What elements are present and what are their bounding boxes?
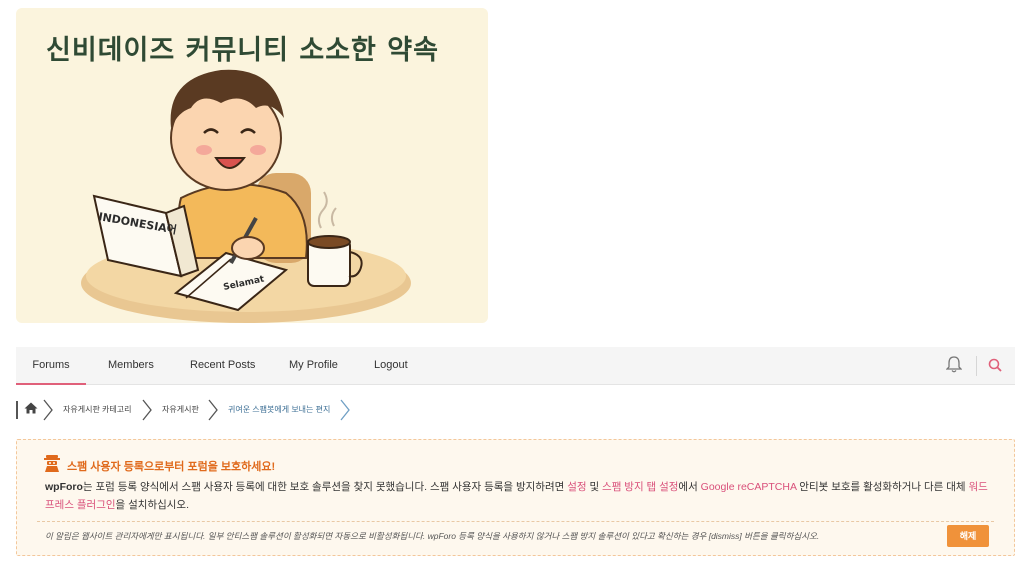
breadcrumb-forum[interactable]: 자유게시판 bbox=[162, 404, 199, 415]
spam-tab-settings-link[interactable]: 스팸 방지 탭 설정 bbox=[602, 481, 678, 493]
wpforo-name: wpForo bbox=[45, 481, 83, 493]
breadcrumb-bar bbox=[16, 401, 18, 419]
dismiss-button[interactable]: 해제 bbox=[947, 525, 989, 547]
breadcrumb-current-topic: 귀여운 스팸봇에게 보내는 편지 bbox=[228, 405, 331, 414]
search-icon[interactable] bbox=[988, 358, 1002, 377]
notice-divider bbox=[37, 521, 994, 522]
nav-my-profile[interactable]: My Profile bbox=[289, 347, 338, 385]
notice-text: 는 포럼 등록 양식에서 스팸 사용자 등록에 대한 보호 솔루션을 찾지 못했… bbox=[82, 481, 568, 493]
chevron-right-icon bbox=[208, 399, 218, 426]
home-icon[interactable] bbox=[24, 402, 38, 416]
nav-recent-posts[interactable]: Recent Posts bbox=[190, 347, 255, 385]
forum-nav-bar: Forums Members Recent Posts My Profile L… bbox=[16, 347, 1015, 385]
nav-logout[interactable]: Logout bbox=[374, 347, 408, 385]
notice-text: 에서 bbox=[678, 481, 701, 493]
spam-bot-icon bbox=[43, 454, 61, 477]
breadcrumb: 자유게시판 카테고리 자유게시판 귀여운 스팸봇에게 보내는 편지 bbox=[16, 397, 416, 423]
spam-protection-notice: 스팸 사용자 등록으로부터 포럼을 보호하세요! wpForo는 포럼 등록 양… bbox=[16, 439, 1015, 556]
breadcrumb-category[interactable]: 자유게시판 카테고리 bbox=[63, 404, 131, 415]
chevron-right-icon bbox=[142, 399, 152, 426]
nav-members[interactable]: Members bbox=[108, 347, 154, 385]
notice-text: 및 bbox=[586, 481, 603, 493]
notice-message: wpForo는 포럼 등록 양식에서 스팸 사용자 등록에 대한 보호 솔루션을… bbox=[45, 478, 990, 514]
bell-icon[interactable] bbox=[945, 355, 963, 378]
notice-admin-note: 이 알림은 웹사이트 관리자에게만 표시됩니다. 일부 안티스팸 솔루션이 활성… bbox=[45, 531, 820, 541]
banner-title: 신비데이즈 커뮤니티 소소한 약속 bbox=[46, 35, 439, 66]
notice-text: 을 설치하십시오. bbox=[115, 499, 190, 511]
banner-image: INDONESIA어 Selamat 신비데이즈 커뮤니티 소소한 약속 bbox=[16, 8, 488, 323]
notice-title: 스팸 사용자 등록으로부터 포럼을 보호하세요! bbox=[67, 461, 276, 473]
notice-text: 안티봇 보호를 활성화하거나 다른 대체 bbox=[796, 481, 969, 493]
nav-divider bbox=[976, 356, 977, 376]
nav-forums[interactable]: Forums bbox=[16, 347, 86, 385]
recaptcha-link[interactable]: Google reCAPTCHA bbox=[701, 481, 797, 493]
chevron-right-icon bbox=[43, 399, 53, 426]
settings-link[interactable]: 설정 bbox=[567, 481, 586, 493]
chevron-right-icon bbox=[340, 399, 350, 426]
